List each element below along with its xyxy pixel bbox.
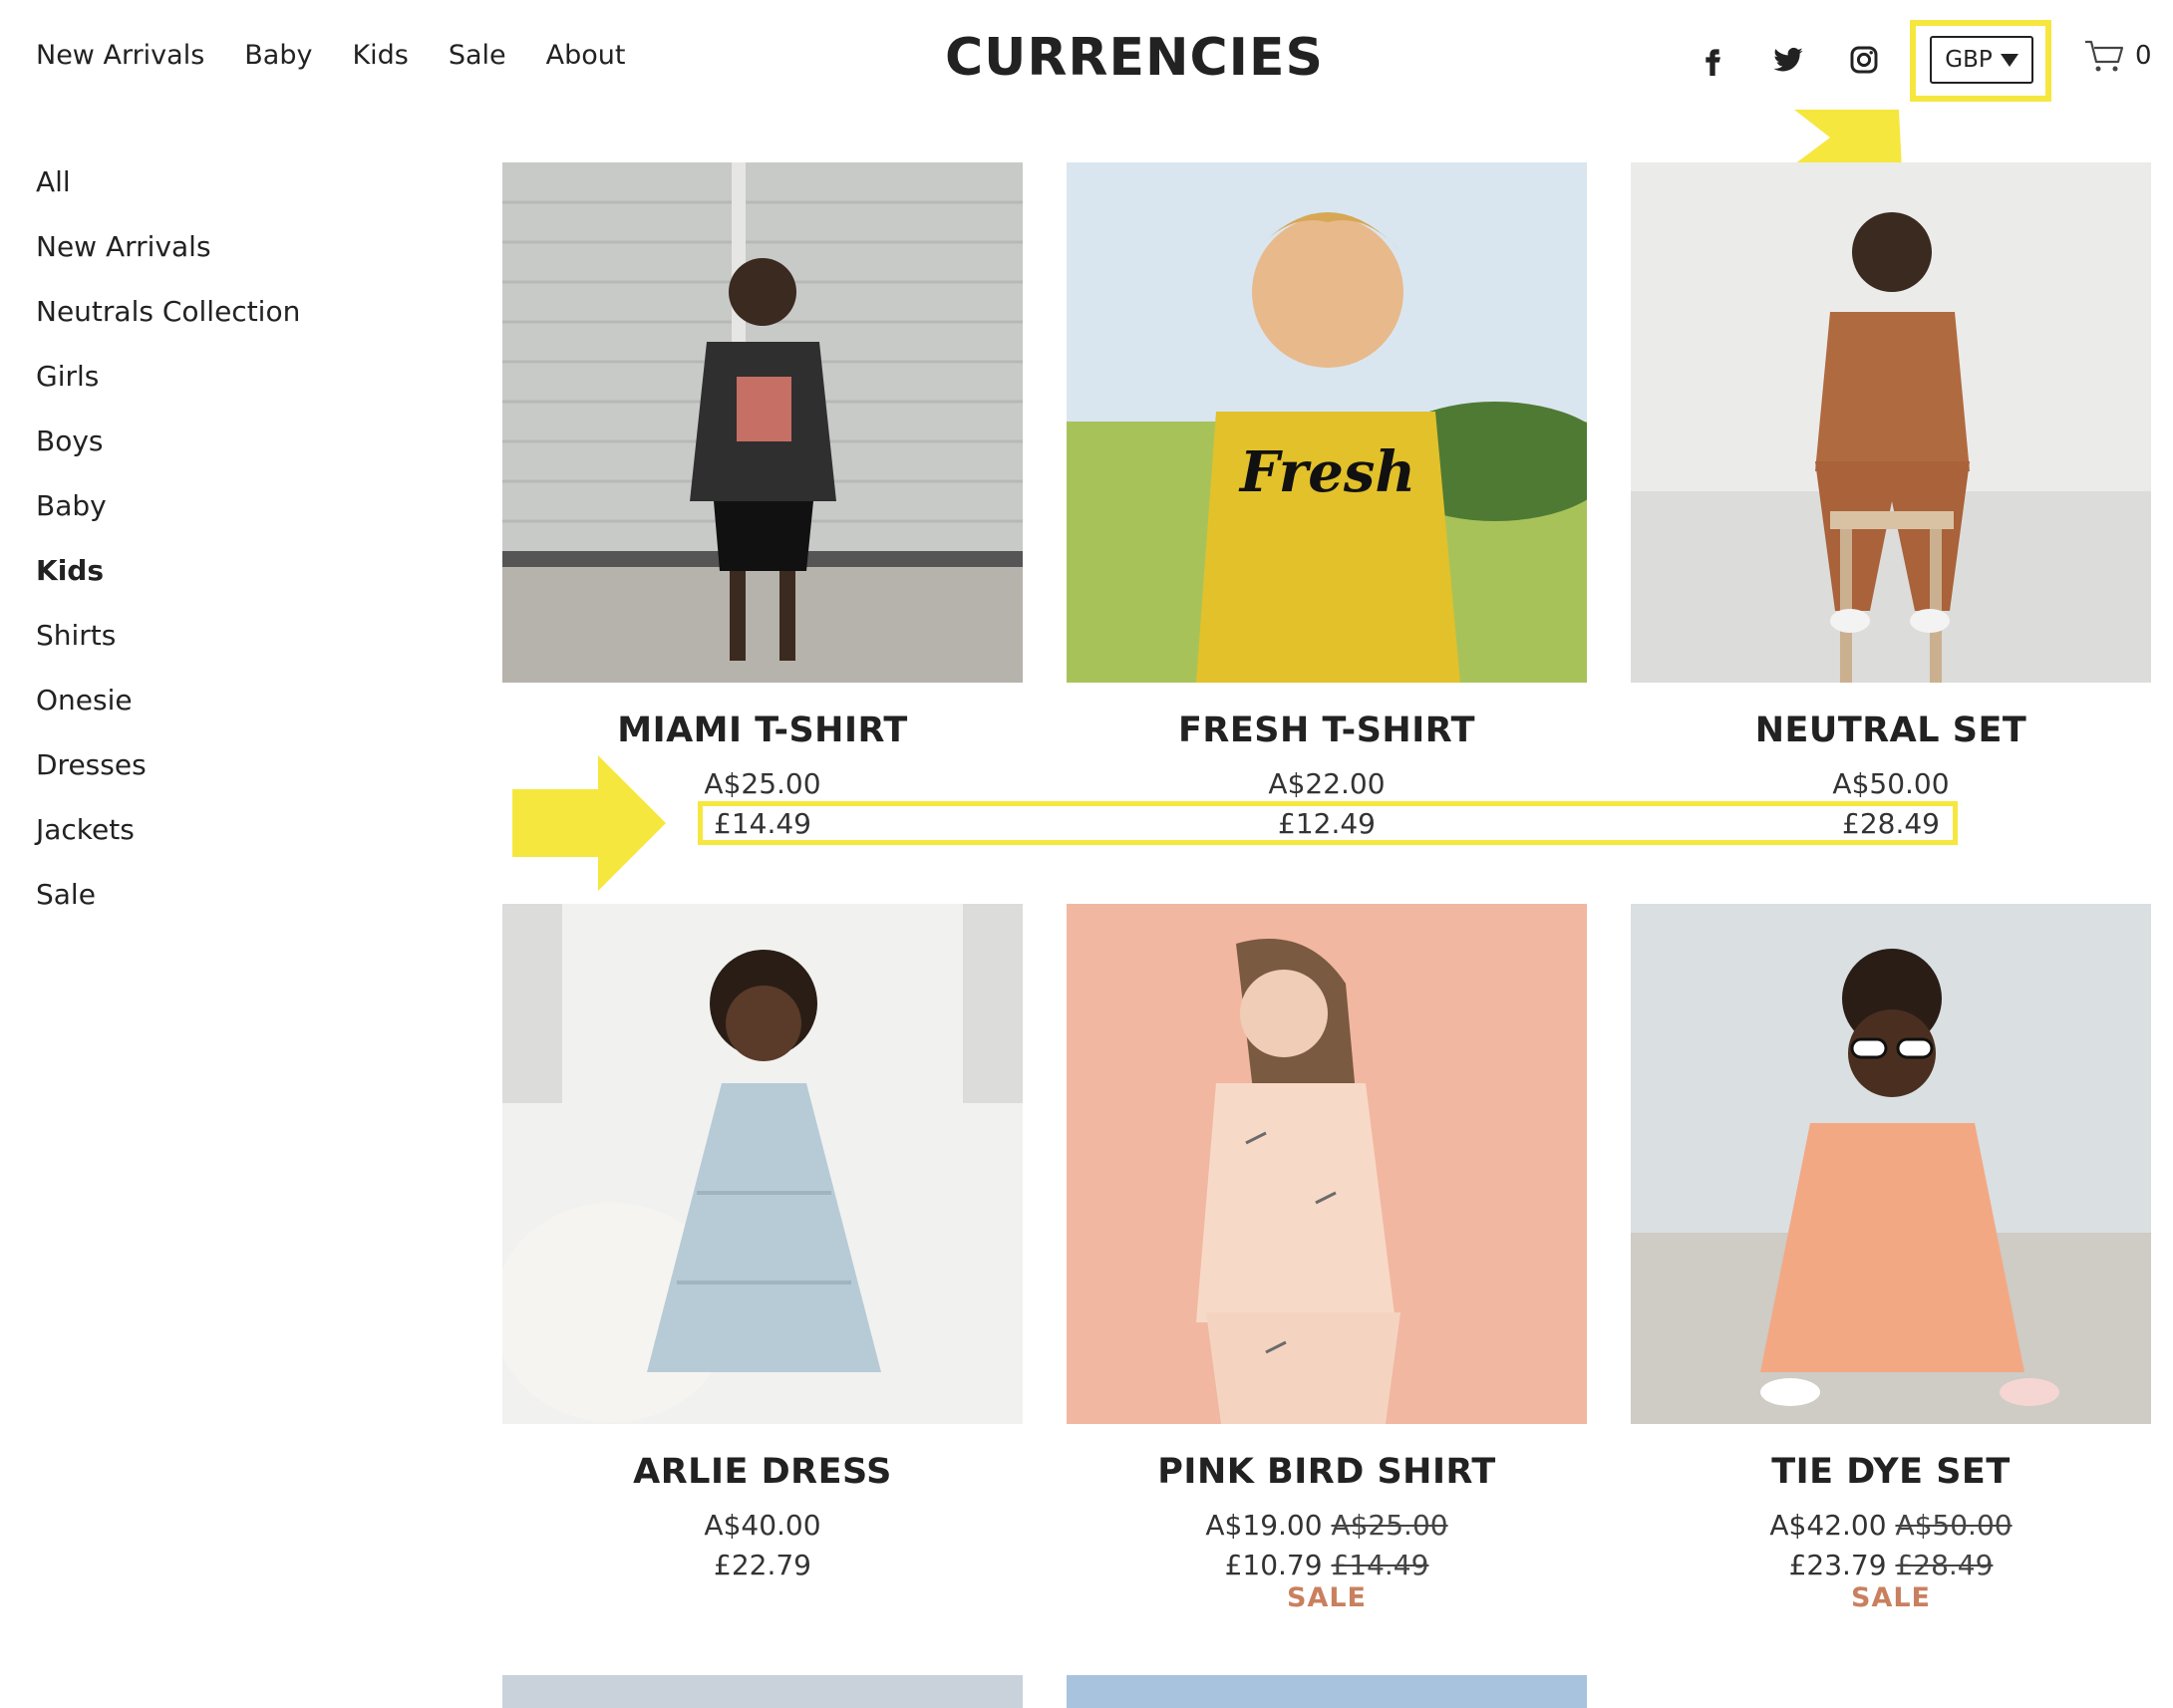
product-name[interactable]: MIAMI T-SHIRT <box>502 711 1023 750</box>
product-name[interactable]: NEUTRAL SET <box>1631 711 2151 750</box>
price-gbp: £23.79 <box>1788 1549 1887 1581</box>
cart-count: 0 <box>2135 41 2152 71</box>
product-card[interactable]: NEUTRAL SET A$50.00 £28.49 <box>1631 162 2151 844</box>
nav-kids[interactable]: Kids <box>352 40 408 71</box>
svg-text:Fresh: Fresh <box>1238 439 1415 505</box>
price-aud-row: A$19.00 A$25.00 <box>1067 1506 1587 1546</box>
price-gbp: £22.79 <box>714 1549 811 1581</box>
sidebar-item-new-arrivals[interactable]: New Arrivals <box>36 230 300 295</box>
sale-badge: SALE <box>1851 1582 1931 1613</box>
nav-about[interactable]: About <box>546 40 626 71</box>
sidebar-item-sale[interactable]: Sale <box>36 878 300 943</box>
category-sidebar: All New Arrivals Neutrals Collection Gir… <box>36 165 300 943</box>
price-aud: A$22.00 <box>1268 767 1386 800</box>
sidebar-item-dresses[interactable]: Dresses <box>36 748 300 813</box>
nav-baby[interactable]: Baby <box>244 40 312 71</box>
product-image[interactable] <box>1067 1675 1587 1708</box>
arrow-annotation-icon <box>512 755 666 891</box>
sidebar-item-onesie[interactable]: Onesie <box>36 684 300 748</box>
top-nav: New Arrivals Baby Kids Sale About <box>36 40 626 71</box>
nav-sale[interactable]: Sale <box>449 40 506 71</box>
sidebar-item-kids[interactable]: Kids <box>36 554 300 619</box>
price-aud-was: A$50.00 <box>1895 1509 2013 1542</box>
product-image[interactable] <box>1631 904 2151 1424</box>
sidebar-item-boys[interactable]: Boys <box>36 425 300 489</box>
caret-down-icon <box>2000 53 2018 67</box>
currency-value: GBP <box>1945 47 1993 73</box>
price-aud-row: A$42.00 A$50.00 <box>1631 1506 2151 1546</box>
site-logo[interactable]: CURRENCIES <box>945 28 1324 88</box>
product-card[interactable]: ARLIE DRESS A$40.00 £22.79 <box>502 904 1023 1585</box>
price-aud: A$40.00 <box>704 1509 821 1542</box>
sidebar-item-girls[interactable]: Girls <box>36 360 300 425</box>
product-image[interactable] <box>502 162 1023 683</box>
sidebar-item-jackets[interactable]: Jackets <box>36 813 300 878</box>
currency-select[interactable]: GBP <box>1930 36 2033 84</box>
sale-badge: SALE <box>1287 1582 1367 1613</box>
twitter-icon[interactable] <box>1768 40 1808 80</box>
sidebar-item-neutrals-collection[interactable]: Neutrals Collection <box>36 295 300 360</box>
price-aud: A$19.00 <box>1205 1509 1323 1542</box>
price-gbp-row: £23.79 £28.49 <box>1631 1546 2151 1585</box>
price-gbp: £10.79 <box>1224 1549 1323 1581</box>
price-aud: A$50.00 <box>1832 767 1950 800</box>
price-gbp-was: £28.49 <box>1895 1549 1994 1581</box>
product-image[interactable] <box>1631 162 2151 683</box>
sidebar-item-shirts[interactable]: Shirts <box>36 619 300 684</box>
product-image[interactable] <box>502 904 1023 1424</box>
product-image[interactable] <box>502 1675 1023 1708</box>
price-gbp-was: £14.49 <box>1331 1549 1429 1581</box>
product-card[interactable]: MIAMI T-SHIRT A$25.00 £14.49 <box>502 162 1023 844</box>
product-card[interactable]: TIE DYE SET A$42.00 A$50.00 £23.79 £28.4… <box>1631 904 2151 1611</box>
facebook-icon[interactable] <box>1693 40 1732 80</box>
product-image[interactable] <box>1067 904 1587 1424</box>
nav-new-arrivals[interactable]: New Arrivals <box>36 40 204 71</box>
product-name[interactable]: ARLIE DRESS <box>502 1452 1023 1492</box>
price-aud-was: A$25.00 <box>1331 1509 1448 1542</box>
price-gbp-row: £10.79 £14.49 <box>1067 1546 1587 1585</box>
product-card[interactable]: Fresh FRESH T-SHIRT A$22.00 £12.49 <box>1067 162 1587 844</box>
price-highlight-box <box>698 801 1958 845</box>
product-card[interactable]: PINK BIRD SHIRT A$19.00 A$25.00 £10.79 £… <box>1067 904 1587 1611</box>
instagram-icon[interactable] <box>1844 40 1884 80</box>
product-name[interactable]: FRESH T-SHIRT <box>1067 711 1587 750</box>
price-aud: A$42.00 <box>1769 1509 1887 1542</box>
product-image[interactable]: Fresh <box>1067 162 1587 683</box>
sidebar-item-all[interactable]: All <box>36 165 300 230</box>
product-name[interactable]: PINK BIRD SHIRT <box>1067 1452 1587 1492</box>
sidebar-item-baby[interactable]: Baby <box>36 489 300 554</box>
product-name[interactable]: TIE DYE SET <box>1631 1452 2151 1492</box>
cart-icon <box>2085 40 2124 72</box>
cart-button[interactable]: 0 <box>2083 38 2152 74</box>
